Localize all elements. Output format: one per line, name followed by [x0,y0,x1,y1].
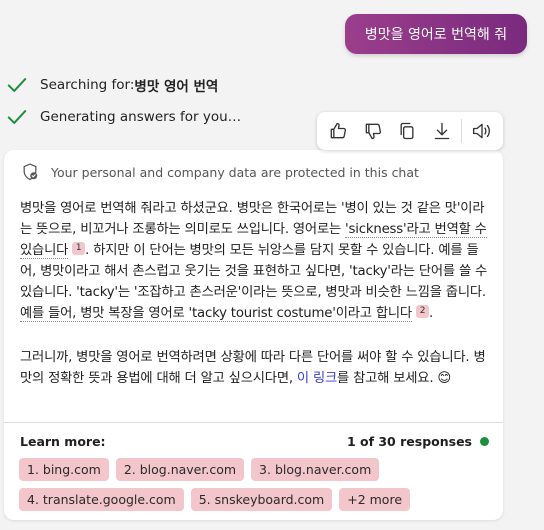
source-chips-row-1: 1. bing.com 2. blog.naver.com 3. blog.na… [19,458,489,481]
learn-more-label: Learn more: [20,434,106,449]
message-action-toolbar [317,112,503,150]
read-aloud-button[interactable] [467,116,497,146]
copy-icon [400,122,414,140]
privacy-notice: Your personal and company data are prote… [20,162,419,182]
source-chips-row-2: 4. translate.google.com 5. snskeyboard.c… [19,488,489,511]
answer-text: 를 참고해 보세요. 😊 [337,371,452,386]
answer-paragraph-1: 병맛을 영어로 번역해 줘라고 하셨군요. 병맛은 한국어로는 '병이 있는 것… [20,198,490,324]
citation-marker[interactable]: 2 [415,305,429,318]
toolbar-divider [461,119,463,143]
more-sources-button[interactable]: +2 more [339,488,411,511]
check-icon [7,78,27,92]
download-icon [434,122,450,140]
copy-button[interactable] [392,116,422,146]
check-icon [7,110,27,124]
answer-text: . 하지만 이 단어는 병맛의 모든 뉘앙스를 담지 못할 수 있습니다. 예를… [20,243,488,300]
source-link[interactable]: 4. translate.google.com [19,488,184,511]
shield-check-icon [23,163,38,181]
speaker-icon [472,123,490,139]
privacy-text: Your personal and company data are prote… [51,164,419,180]
reference-link[interactable]: 이 링크 [297,371,337,386]
thumbs-down-icon [365,123,381,140]
answer-paragraph-2: 그러니까, 병맛을 영어로 번역하려면 상황에 따라 다른 단어를 써야 할 수… [20,347,490,389]
response-count-text: 1 of 30 responses [346,434,472,449]
source-link[interactable]: 2. blog.naver.com [115,458,245,481]
like-button[interactable] [323,116,353,146]
response-counter: 1 of 30 responses [347,434,489,449]
source-link[interactable]: 1. bing.com [19,458,109,481]
answer-text: . [428,306,434,321]
export-button[interactable] [427,116,457,146]
answer-card: Your personal and company data are prote… [4,150,503,520]
user-message-bubble: 병맛을 영어로 번역해 줘 [345,14,527,54]
generating-text: Generating answers for you… [40,109,242,125]
divider [4,422,503,423]
searching-prefix: Searching for: [40,77,135,93]
dislike-button[interactable] [358,116,388,146]
thumbs-up-icon [330,122,347,139]
citation-marker[interactable]: 1 [72,242,86,255]
source-link[interactable]: 3. blog.naver.com [251,458,380,481]
status-searching: Searching for: 병맛 영어 번역 [6,74,218,96]
source-link[interactable]: 5. snskeyboard.com [190,488,333,511]
status-dot-icon [480,437,489,446]
cited-text[interactable]: 예를 들어, 병맛 복장을 영어로 'tacky tourist costume… [20,306,412,322]
searching-query: 병맛 영어 번역 [134,79,219,95]
status-generating: Generating answers for you… [6,106,241,128]
user-message-text: 병맛을 영어로 번역해 줘 [364,27,508,43]
